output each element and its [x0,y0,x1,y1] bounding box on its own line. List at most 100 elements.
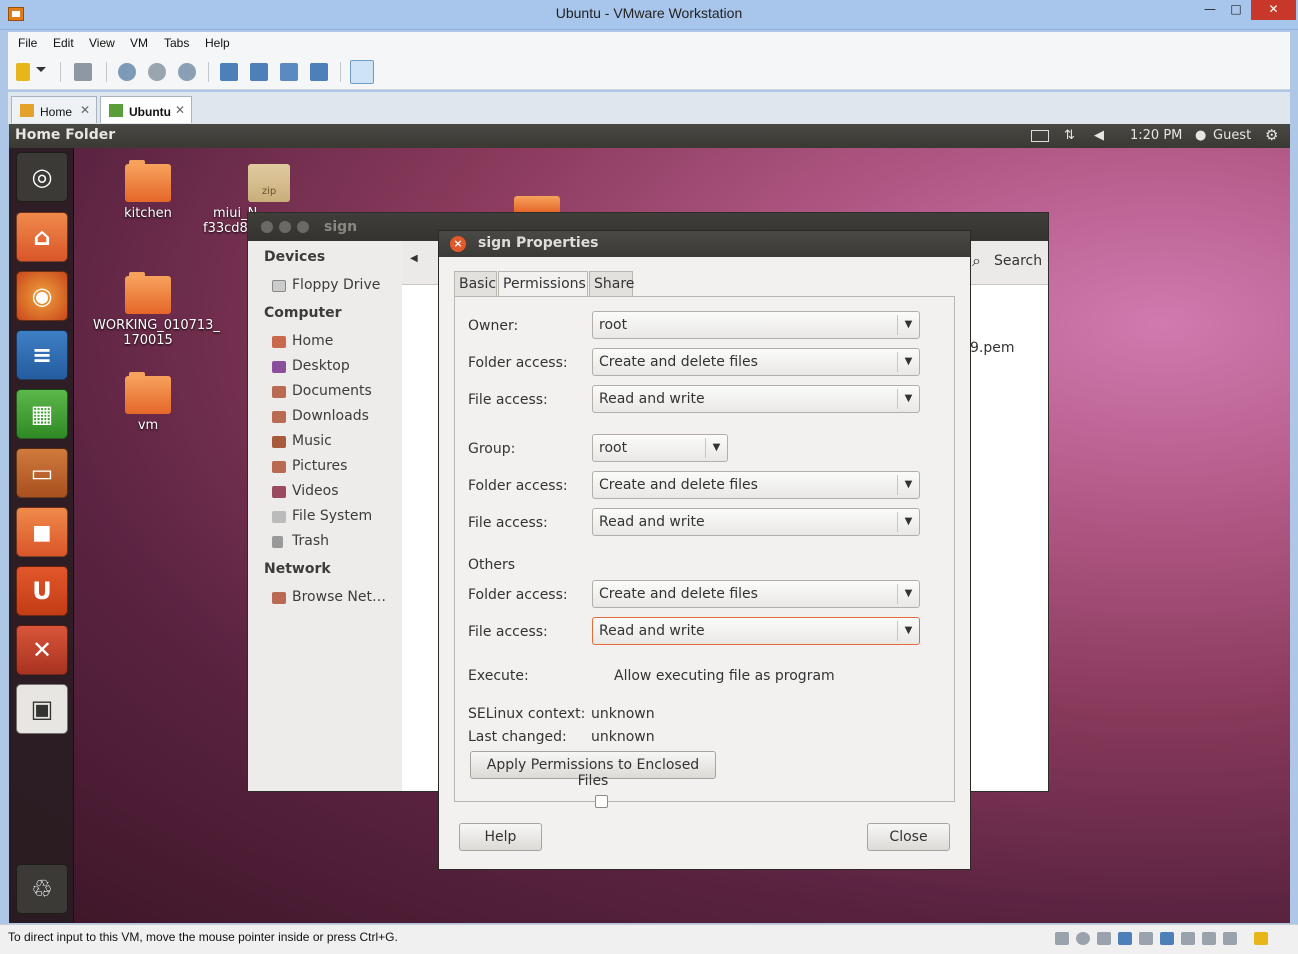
menu-tabs[interactable]: Tabs [164,36,189,50]
tab-permissions[interactable]: Permissions [498,271,588,297]
trash-icon [272,536,283,548]
tab-ubuntu[interactable]: Ubuntu ✕ [100,96,192,123]
calc-icon[interactable]: ▦ [16,389,68,439]
volume-icon[interactable]: ◀ [1094,128,1104,143]
close-window-button[interactable]: ✕ [1251,0,1296,20]
dialog-title: sign Properties [478,235,599,251]
apply-permissions-button[interactable]: Apply Permissions to Enclosed Files [470,751,716,789]
close-button[interactable]: Close [867,823,950,851]
impress-icon[interactable]: ▭ [16,448,68,498]
unity-icon[interactable] [310,63,328,81]
ubuntu-one-icon[interactable]: U [16,566,68,616]
snapshot-manager-icon[interactable] [178,63,196,81]
notes-icon[interactable] [1254,932,1268,945]
mail-icon[interactable] [1031,130,1049,142]
close-icon[interactable]: × [450,236,466,252]
close-icon[interactable]: ✕ [175,103,185,117]
user-name[interactable]: Guest [1213,128,1251,143]
group-file-access-select[interactable]: Read and write ▼ [592,508,920,536]
desktop-folder-working[interactable]: WORKING_010713_ 170015 [93,272,220,348]
home-icon [20,104,34,117]
usb-icon[interactable] [1160,932,1174,945]
menu-vm[interactable]: VM [130,36,148,50]
menu-edit[interactable]: Edit [53,36,74,50]
close-icon[interactable]: ✕ [80,103,90,117]
system-settings-icon[interactable]: ✕ [16,625,68,675]
documents-icon [272,386,286,398]
help-button[interactable]: Help [459,823,542,851]
menu-view[interactable]: View [89,36,115,50]
sound-icon[interactable] [1181,932,1195,945]
dash-icon[interactable]: ◎ [16,152,68,202]
sidebar-item-browse-network[interactable]: Browse Net… [272,589,386,605]
menu-file[interactable]: File [18,36,37,50]
back-arrow-icon[interactable]: ◀ [410,253,418,264]
sidebar-item-music[interactable]: Music [272,433,332,449]
sidebar-item-filesystem[interactable]: File System [272,508,372,524]
send-ctrl-alt-del-icon[interactable] [74,63,92,81]
execute-checkbox-label[interactable]: Allow executing file as program [614,668,835,684]
chevron-down-icon: ▼ [897,621,919,641]
execute-checkbox[interactable] [595,795,608,808]
network-icon[interactable]: ⇅ [1064,128,1075,143]
sidebar-item-pictures[interactable]: Pictures [272,458,347,474]
clock[interactable]: 1:20 PM [1130,128,1182,143]
maximize-icon[interactable] [297,221,309,233]
owner-file-access-select[interactable]: Read and write ▼ [592,385,920,413]
desktop-icon-label: WORKING_010713_ [93,318,220,333]
desktop-folder-vm[interactable]: vm [93,372,203,433]
sidebar-item-trash[interactable]: Trash [272,533,329,549]
trash-icon[interactable]: ♲ [16,864,68,914]
sidebar-item-desktop[interactable]: Desktop [272,358,350,374]
others-file-access-select[interactable]: Read and write ▼ [592,617,920,645]
chevron-down-icon: ▼ [897,584,919,604]
owner-folder-access-select[interactable]: Create and delete files ▼ [592,348,920,376]
console-view-icon[interactable] [350,60,374,84]
search-icon[interactable]: ⌕ [972,251,981,271]
full-screen-icon[interactable] [280,63,298,81]
software-center-icon[interactable]: ◼ [16,507,68,557]
owner-select[interactable]: root ▼ [592,311,920,339]
sidebar-item-downloads[interactable]: Downloads [272,408,369,424]
workspace-switcher-icon[interactable]: ▣ [16,684,68,734]
close-icon[interactable] [261,221,273,233]
group-select[interactable]: root ▼ [592,434,728,462]
network-adapter-icon[interactable] [1118,932,1132,945]
writer-icon[interactable]: ≡ [16,330,68,380]
nautilus-sidebar: Devices Floppy Drive Computer Home Deskt… [248,241,402,791]
search-button[interactable]: Search [994,253,1042,269]
home-folder-icon[interactable]: ⌂ [16,212,68,262]
tab-home[interactable]: Home ✕ [11,96,97,123]
menu-help[interactable]: Help [205,36,230,50]
display-icon[interactable] [1202,932,1216,945]
sidebar-item-documents[interactable]: Documents [272,383,372,399]
chevron-down-icon[interactable] [36,67,46,77]
take-snapshot-icon[interactable] [118,63,136,81]
sidebar-item-videos[interactable]: Videos [272,483,339,499]
tab-basic[interactable]: Basic [454,271,497,296]
minimize-icon[interactable] [279,221,291,233]
floppy-icon [272,280,286,292]
guest-display[interactable]: Home Folder ⇅ ◀ 1:20 PM ● Guest ⚙ ◎ ⌂ ◉ … [9,124,1290,923]
others-folder-access-select[interactable]: Create and delete files ▼ [592,580,920,608]
desktop-folder-kitchen[interactable]: kitchen [93,160,203,221]
message-icon[interactable] [1223,932,1237,945]
suspend-icon[interactable] [16,63,30,81]
floppy-icon[interactable] [1097,932,1111,945]
thumbnail-bar-icon[interactable] [250,63,268,81]
file-label[interactable]: 9.pem [970,340,1015,356]
tab-share[interactable]: Share [589,271,634,296]
sidebar-item-floppy[interactable]: Floppy Drive [272,277,380,293]
firefox-icon[interactable]: ◉ [16,271,68,321]
gear-icon[interactable]: ⚙ [1265,126,1278,144]
printer-icon[interactable] [1139,932,1153,945]
sidebar-item-home[interactable]: Home [272,333,333,349]
revert-snapshot-icon[interactable] [148,63,166,81]
folder-icon[interactable] [514,196,560,212]
minimize-button[interactable]: — [1196,0,1224,20]
cd-icon[interactable] [1076,932,1090,945]
maximize-button[interactable]: □ [1222,0,1250,20]
show-library-icon[interactable] [220,63,238,81]
hard-disk-icon[interactable] [1055,932,1069,945]
group-folder-access-select[interactable]: Create and delete files ▼ [592,471,920,499]
